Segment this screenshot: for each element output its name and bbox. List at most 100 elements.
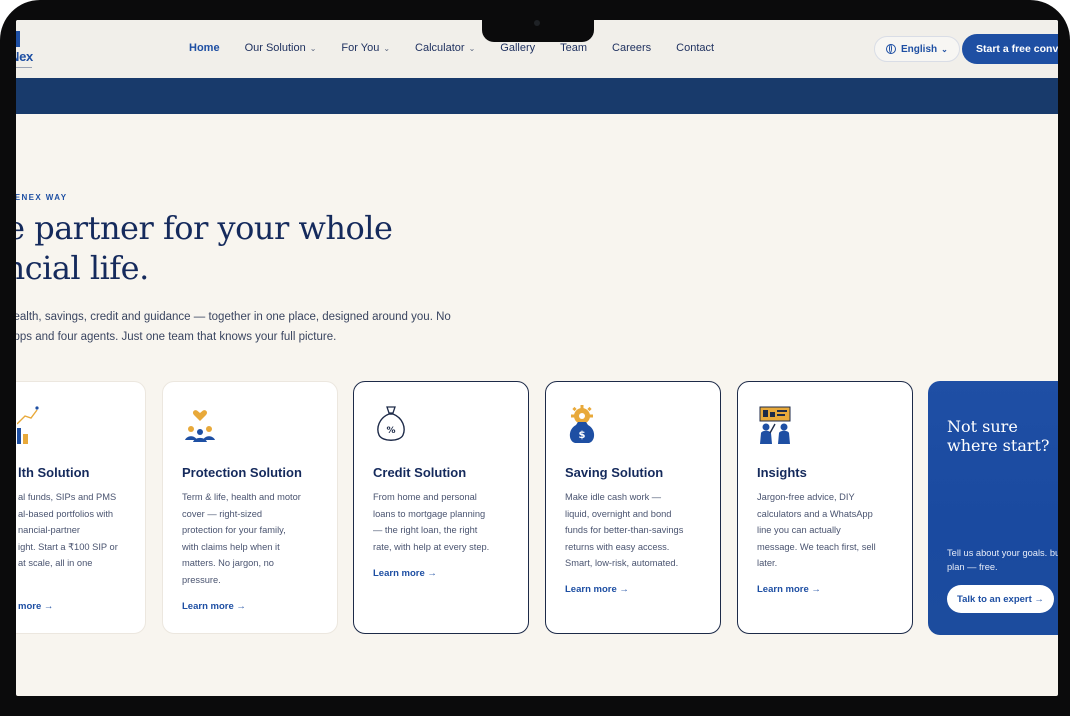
- svg-text:%: %: [386, 426, 395, 436]
- card-text-line: at scale, all in one: [18, 558, 93, 568]
- nav-our-solution-label: Our Solution: [244, 42, 306, 54]
- nav-careers[interactable]: Careers: [612, 42, 651, 54]
- nav-home-label: Home: [189, 42, 220, 54]
- hero-title-line-1: ne partner for your whole: [16, 209, 393, 247]
- main-menu: Home Our Solution ⌄ For You ⌄ Calculator ⌄ …: [189, 42, 739, 54]
- learn-more-link[interactable]: Learn more →: [182, 601, 246, 612]
- logo-tagline-line: [16, 67, 32, 68]
- talk-to-expert-card: Not sure where start? Tell us about your…: [928, 381, 1058, 635]
- card-text-line: ight. Start a ₹100 SIP or: [18, 541, 118, 552]
- card-text-line: al-based portfolios with: [18, 508, 114, 519]
- nav-for-you-label: For You: [341, 42, 380, 54]
- wealth-chart-icon: [17, 406, 39, 444]
- card-text-line: protection for your family,: [182, 525, 286, 535]
- card-text-line: Term & life, health and motor: [182, 492, 301, 502]
- language-label: English: [901, 43, 938, 55]
- nav-our-solution[interactable]: Our Solution ⌄: [245, 42, 317, 54]
- nav-home[interactable]: Home: [189, 42, 220, 54]
- language-selector[interactable]: English ⌄: [874, 36, 960, 62]
- protection-hands-icon: [185, 410, 215, 442]
- hero-lead: on, wealth, savings, credit and guidance…: [16, 307, 516, 347]
- card-text-line: Make idle cash work —: [565, 492, 662, 502]
- card-title: lth Solution: [18, 465, 90, 480]
- talk-to-expert-label: Talk to an expert →: [957, 593, 1044, 605]
- card-text-line: loans to mortgage planning: [373, 508, 486, 519]
- nav-contact-label: Contact: [676, 42, 715, 54]
- laptop-frame: Nex Home Our Solution⌄ For You⌄ Calculat…: [0, 0, 1070, 716]
- card-text-line: — the right loan, the right: [373, 525, 478, 535]
- camera-notch: [482, 16, 594, 42]
- section-eyebrow: EENEX WAY: [16, 193, 68, 202]
- help-title: Not sure where start?: [947, 417, 1050, 455]
- logo-wordmark: Nex: [16, 49, 33, 64]
- start-conversation-button[interactable]: Start a free conve: [962, 34, 1058, 64]
- card-text-line: nancial-partner: [18, 525, 81, 535]
- card-text-line: returns with easy access.: [565, 541, 670, 552]
- card-title: Insights: [757, 465, 807, 480]
- card-text-line: From home and personal: [373, 492, 477, 502]
- svg-text:$: $: [579, 430, 586, 441]
- card-text-line: cover — right-sized: [182, 508, 263, 519]
- money-bag-percent-icon: %: [377, 406, 405, 441]
- card-text-line: line you can actually: [757, 525, 841, 535]
- card-description: Jargon-free advice, DIY calculators and …: [757, 489, 897, 572]
- card-description: Make idle cash work — liquid, overnight …: [565, 489, 705, 572]
- card-text-line: with claims help when it: [182, 541, 280, 552]
- card-text-line: Smart, low-risk, automated.: [565, 558, 679, 568]
- laptop-bottom-bezel: [0, 696, 1070, 716]
- chevron-down-icon: ⌄: [309, 43, 317, 53]
- chevron-down-icon: ⌄: [941, 44, 948, 54]
- nav-gallery-label: Gallery: [500, 42, 536, 54]
- card-text-line: later.: [757, 558, 778, 568]
- card-text-line: pressure.: [182, 574, 221, 585]
- protection-solution-card[interactable]: Protection Solution Term & life, health …: [162, 381, 338, 634]
- card-title: Protection Solution: [182, 465, 302, 480]
- logo-mark: [16, 31, 20, 47]
- chevron-down-icon: ⌄: [468, 43, 476, 53]
- card-text-line: matters. No jargon, no: [182, 558, 274, 568]
- insights-card[interactable]: Insights Jargon-free advice, DIY calcula…: [737, 381, 913, 634]
- nav-careers-label: Careers: [612, 42, 652, 54]
- browser-viewport: Nex Home Our Solution⌄ For You⌄ Calculat…: [16, 20, 1058, 696]
- card-text-line: calculators and a WhatsApp: [757, 508, 873, 519]
- hero-title-line-2: ancial life.: [16, 249, 149, 287]
- hero-lead-line-2: five apps and four agents. Just one team…: [16, 331, 337, 343]
- money-bag-gear-icon: $: [569, 405, 595, 443]
- card-text-line: funds for better-than-savings: [565, 525, 684, 535]
- hero-title: ne partner for your whole ancial life.: [16, 208, 393, 288]
- learn-more-link[interactable]: Learn more →: [565, 584, 629, 595]
- brand-logo[interactable]: Nex: [16, 31, 50, 71]
- talk-to-expert-button[interactable]: Talk to an expert →: [947, 585, 1054, 613]
- learn-more-link[interactable]: Learn more →: [757, 584, 821, 595]
- camera-icon: [534, 20, 540, 26]
- hero-lead-line-1: on, wealth, savings, credit and guidance…: [16, 311, 451, 323]
- credit-solution-card[interactable]: % Credit Solution From home and personal…: [353, 381, 529, 634]
- nav-contact[interactable]: Contact: [676, 42, 714, 54]
- learn-more-link[interactable]: Learn more →: [373, 568, 437, 579]
- globe-icon: [886, 44, 896, 54]
- nav-team[interactable]: Team: [560, 42, 587, 54]
- card-description: Term & life, health and motor cover — ri…: [182, 489, 322, 588]
- nav-calculator[interactable]: Calculator ⌄: [415, 42, 475, 54]
- nav-team-label: Team: [560, 42, 588, 54]
- learn-more-link[interactable]: more →: [18, 601, 53, 612]
- card-title: Credit Solution: [373, 465, 467, 480]
- nav-gallery[interactable]: Gallery: [500, 42, 535, 54]
- start-conversation-label: Start a free conve: [976, 43, 1058, 55]
- wealth-solution-card[interactable]: lth Solution al funds, SIPs and PMS al-b…: [16, 381, 146, 634]
- chevron-down-icon: ⌄: [383, 43, 391, 53]
- card-title: Saving Solution: [565, 465, 664, 480]
- help-text: Tell us about your goals. build the plan…: [947, 548, 1058, 572]
- saving-solution-card[interactable]: $ Saving Solution Make idle cash work — …: [545, 381, 721, 634]
- hero-banner-strip: [16, 78, 1058, 114]
- card-text-line: Jargon-free advice, DIY: [757, 492, 855, 502]
- insights-presentation-icon: [759, 406, 791, 444]
- card-description: From home and personal loans to mortgage…: [373, 489, 513, 555]
- card-text-line: al funds, SIPs and PMS: [18, 492, 117, 502]
- card-text-line: message. We teach first, sell: [757, 541, 876, 552]
- card-description: al funds, SIPs and PMS al-based portfoli…: [18, 489, 145, 572]
- nav-for-you[interactable]: For You ⌄: [341, 42, 390, 54]
- nav-calculator-label: Calculator: [415, 42, 465, 54]
- card-text-line: liquid, overnight and bond: [565, 508, 672, 519]
- card-text-line: rate, with help at every step.: [373, 541, 490, 552]
